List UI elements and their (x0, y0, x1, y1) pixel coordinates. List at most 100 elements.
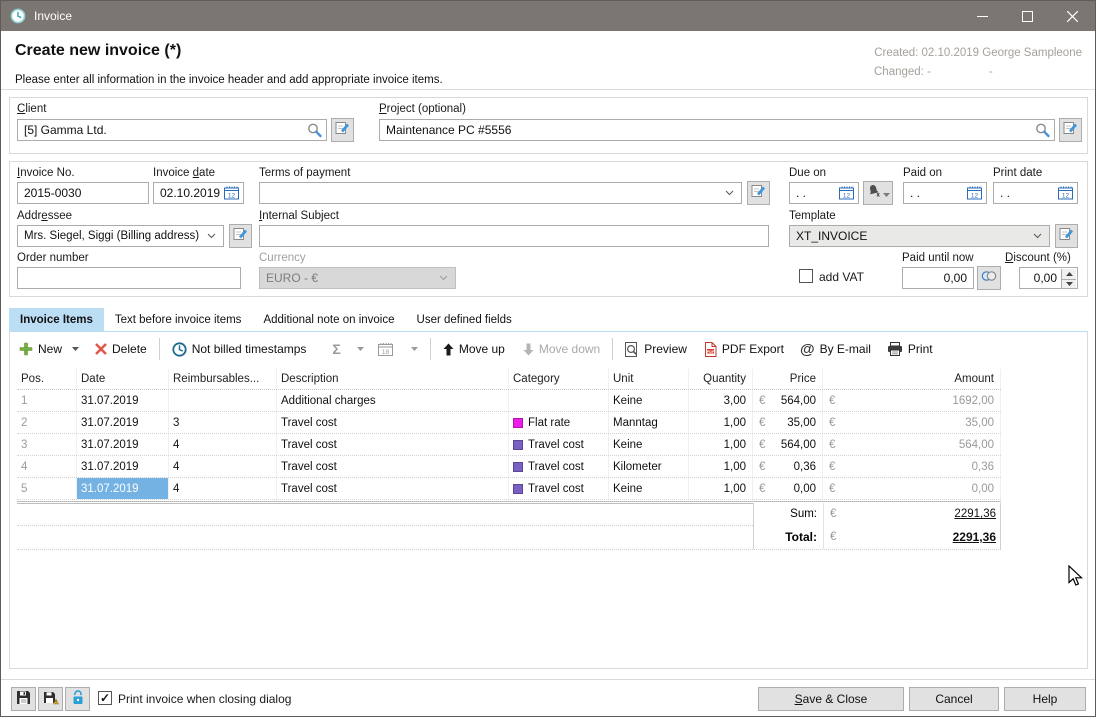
due-on-label: Due on (789, 167, 826, 179)
terms-edit-button[interactable] (747, 181, 770, 205)
calendar-icon[interactable]: 12 (1058, 187, 1073, 200)
client-input[interactable]: [5] Gamma Ltd. (17, 119, 327, 141)
table-row[interactable]: 3 31.07.2019 4 Travel cost Travel cost K… (17, 434, 1001, 456)
template-select[interactable]: XT_INVOICE (789, 225, 1050, 247)
move-up-button[interactable]: Move up (459, 342, 505, 356)
tab-additional-note-on-invoice[interactable]: Additional note on invoice (252, 308, 405, 332)
created-info: Created: 02.10.2019 George Sampleone (874, 47, 1082, 59)
reminder-button[interactable]: x (863, 181, 893, 205)
paid-until-now-input[interactable]: 0,00 (902, 267, 974, 289)
calendar-icon[interactable]: 12 (839, 187, 854, 200)
items-toolbar: New Delete Not billed timestamps Σ 18 Mo… (11, 335, 1086, 363)
client-edit-button[interactable] (331, 118, 354, 142)
sigma-dropdown-arrow[interactable] (357, 347, 364, 351)
save-button[interactable] (11, 687, 36, 711)
col-unit[interactable]: Unit (609, 369, 689, 389)
by-email-button[interactable]: By E-mail (820, 342, 871, 356)
printer-icon (887, 342, 903, 356)
save-with-warning-button[interactable] (38, 687, 63, 711)
new-button[interactable]: New (38, 342, 62, 356)
chevron-down-icon (1033, 234, 1042, 239)
selected-date-cell[interactable]: 31.07.2019 (77, 478, 169, 499)
table-row[interactable]: 4 31.07.2019 4 Travel cost Travel cost K… (17, 456, 1001, 478)
client-search-icon[interactable] (307, 123, 322, 138)
unlock-button[interactable] (65, 687, 90, 711)
col-amount[interactable]: Amount (823, 369, 1001, 389)
terms-of-payment-select[interactable] (259, 182, 742, 204)
paid-on-input[interactable]: . . 12 (903, 182, 987, 204)
add-vat-checkbox[interactable] (799, 269, 813, 283)
print-button[interactable]: Print (908, 342, 933, 356)
toolbar-separator (612, 338, 613, 360)
template-edit-button[interactable] (1055, 224, 1078, 248)
discount-spin-down[interactable] (1061, 280, 1076, 290)
save-close-button[interactable]: Save & Close (758, 687, 904, 711)
invoice-dialog: Invoice Create new invoice (*) Please en… (0, 0, 1096, 717)
move-down-button: Move down (539, 342, 600, 356)
delete-x-icon (95, 343, 107, 355)
sum-sigma-button[interactable]: Σ (332, 341, 340, 357)
chevron-down-icon (207, 234, 216, 239)
timestamps-clock-icon (172, 342, 187, 357)
print-when-closing-checkbox[interactable] (98, 691, 112, 705)
table-row[interactable]: 5 31.07.2019 4 Travel cost Travel cost K… (17, 478, 1001, 500)
addressee-select[interactable]: Mrs. Siegel, Siggi (Billing address) (17, 225, 224, 247)
project-input[interactable]: Maintenance PC #5556 (379, 119, 1055, 141)
col-date[interactable]: Date (77, 369, 169, 389)
calendar-icon[interactable]: 12 (224, 187, 239, 200)
invoice-no-label: Invoice No. (17, 167, 75, 179)
tab-user-defined-fields[interactable]: User defined fields (406, 308, 523, 332)
order-number-input[interactable] (17, 267, 241, 289)
chevron-down-icon (725, 191, 734, 196)
help-button[interactable]: Help (1004, 687, 1086, 711)
discount-input[interactable]: 0,00 (1019, 267, 1078, 289)
project-search-icon[interactable] (1035, 123, 1050, 138)
addressee-edit-button[interactable] (229, 224, 252, 248)
preview-button[interactable]: Preview (644, 342, 687, 356)
currency-select: EURO - € (259, 267, 456, 289)
discount-spin-up[interactable] (1061, 269, 1076, 280)
table-header: Pos. Date Reimbursables... Description C… (17, 369, 1001, 390)
paid-until-now-money-button[interactable] (977, 266, 1001, 290)
new-dropdown-arrow[interactable] (72, 347, 79, 351)
invoice-no-input[interactable]: 2015-0030 (17, 182, 149, 204)
col-pos[interactable]: Pos. (17, 369, 77, 389)
delete-button[interactable]: Delete (112, 342, 147, 356)
discount-label: Discount (%) (1005, 252, 1071, 264)
table-row[interactable]: 1 31.07.2019 Additional charges Keine 3,… (17, 390, 1001, 412)
project-edit-button[interactable] (1059, 118, 1082, 142)
edit-icon (751, 183, 766, 203)
terms-of-payment-label: Terms of payment (259, 167, 350, 179)
template-label: Template (789, 210, 836, 222)
tab-text-before-invoice-items[interactable]: Text before invoice items (104, 308, 253, 332)
not-billed-timestamps-button[interactable]: Not billed timestamps (192, 342, 307, 356)
due-on-input[interactable]: . . 12 (789, 182, 859, 204)
toolbar-separator (430, 338, 431, 360)
calendar-icon[interactable]: 12 (967, 187, 982, 200)
col-quantity[interactable]: Quantity (689, 369, 753, 389)
pdf-export-button[interactable]: PDF Export (722, 342, 784, 356)
print-date-input[interactable]: . . 12 (993, 182, 1078, 204)
tab-invoice-items[interactable]: Invoice Items (9, 308, 104, 332)
col-category[interactable]: Category (509, 369, 609, 389)
invoice-date-input[interactable]: 02.10.2019 12 (153, 182, 244, 204)
cancel-button[interactable]: Cancel (909, 687, 999, 711)
edit-icon (233, 226, 248, 246)
move-up-arrow-icon (443, 343, 454, 356)
open-padlock-icon (71, 690, 85, 708)
calendar-filter-button[interactable]: 18 (378, 343, 393, 356)
print-date-label: Print date (993, 167, 1042, 179)
table-row[interactable]: 2 31.07.2019 3 Travel cost Flat rate Man… (17, 412, 1001, 434)
svg-text:12: 12 (971, 193, 979, 200)
maximize-button[interactable] (1005, 1, 1050, 31)
close-button[interactable] (1050, 1, 1095, 31)
calendar-dropdown-arrow[interactable] (411, 347, 418, 351)
minimize-button[interactable] (960, 1, 1005, 31)
col-description[interactable]: Description (277, 369, 509, 389)
col-price[interactable]: Price (753, 369, 823, 389)
internal-subject-label: Internal Subject (259, 210, 339, 222)
col-reimbursables[interactable]: Reimbursables... (169, 369, 277, 389)
new-plus-icon (19, 342, 33, 356)
currency-label: Currency (259, 252, 306, 264)
internal-subject-input[interactable] (259, 225, 769, 247)
